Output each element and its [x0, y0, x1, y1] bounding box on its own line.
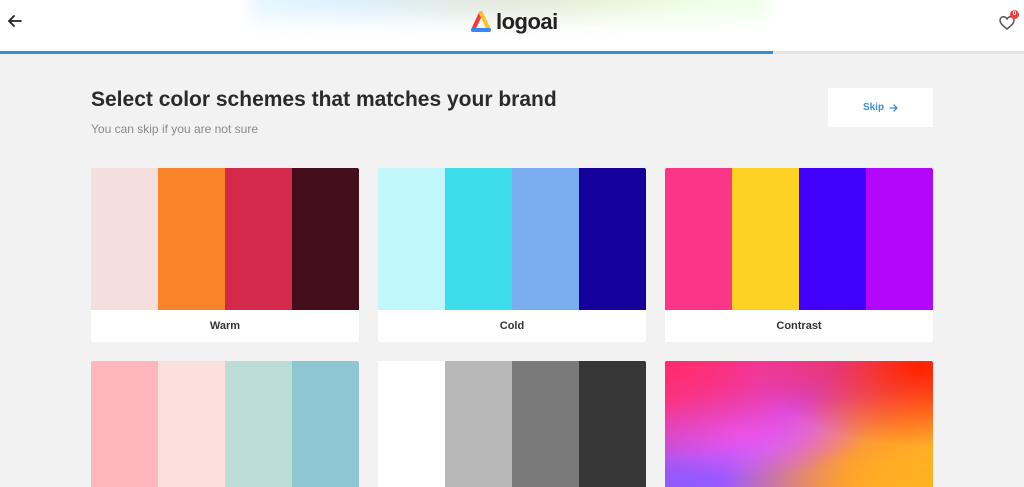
scheme-swatches — [378, 168, 646, 310]
page-title: Select color schemes that matches your b… — [91, 88, 557, 111]
color-swatch — [579, 168, 646, 310]
arrow-right-icon — [889, 103, 898, 112]
scheme-label: Warm — [209, 320, 241, 332]
color-swatch — [512, 361, 579, 487]
color-swatch — [866, 168, 933, 310]
color-swatch — [292, 361, 359, 487]
scheme-label: Contrast — [776, 320, 822, 332]
color-swatch — [732, 168, 799, 310]
page-subtitle: You can skip if you are not sure — [91, 122, 258, 136]
scheme-label: Cold — [499, 320, 525, 332]
color-swatch — [225, 361, 292, 487]
scheme-swatches — [91, 168, 359, 310]
color-swatch — [292, 168, 359, 310]
color-swatch — [378, 361, 445, 487]
progress-bar — [0, 51, 1024, 54]
favorites-button[interactable]: 0 — [999, 10, 1019, 33]
scheme-swatches — [665, 168, 933, 310]
scheme-card-gradient[interactable] — [665, 361, 933, 487]
back-button[interactable] — [4, 10, 26, 32]
color-swatch — [445, 361, 512, 487]
gradient-swatch — [665, 361, 933, 487]
logo[interactable]: logoai — [470, 8, 558, 36]
color-swatch — [512, 168, 579, 310]
logo-mark-icon — [471, 11, 491, 32]
skip-label: Skip — [862, 102, 885, 113]
color-swatch — [378, 168, 445, 310]
arrow-left-icon — [8, 15, 22, 27]
color-swatch — [91, 361, 158, 487]
progress-fill — [0, 51, 774, 54]
color-swatch — [579, 361, 646, 487]
skip-button[interactable]: Skip — [828, 88, 933, 127]
scheme-card-cold[interactable]: Cold — [378, 168, 646, 342]
scheme-card-grayscale[interactable] — [378, 361, 646, 487]
scheme-card-warm[interactable]: Warm — [91, 168, 359, 342]
color-swatch — [445, 168, 512, 310]
scheme-swatches — [378, 361, 646, 487]
logo-text: logoai — [496, 9, 558, 34]
color-swatch — [799, 168, 866, 310]
color-swatch — [225, 168, 292, 310]
color-swatch — [91, 168, 158, 310]
color-swatch — [665, 168, 732, 310]
scheme-card-contrast[interactable]: Contrast — [665, 168, 933, 342]
color-swatch — [158, 168, 225, 310]
color-swatch — [158, 361, 225, 487]
scheme-swatches — [91, 361, 359, 487]
scheme-card-pastel[interactable] — [91, 361, 359, 487]
favorites-count-badge: 0 — [1010, 10, 1019, 19]
top-bar: logoai 0 — [0, 0, 1024, 52]
